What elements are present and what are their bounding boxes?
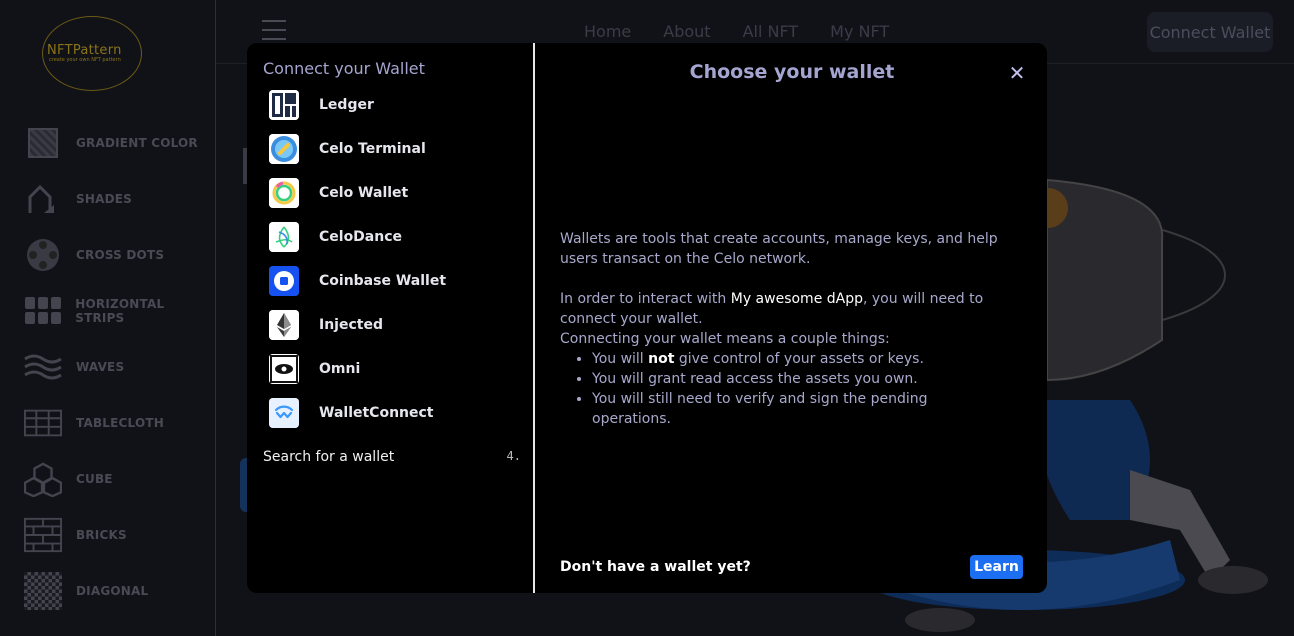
sidebar-item-label: DIAGONAL bbox=[76, 584, 149, 598]
search-wallet-row[interactable]: Search for a wallet 4. bbox=[263, 449, 521, 465]
wallet-name: Omni bbox=[319, 361, 361, 377]
tablecloth-icon bbox=[24, 406, 62, 440]
walletconnect-icon bbox=[269, 398, 299, 428]
dapp-name: My awesome dApp bbox=[730, 291, 863, 307]
omni-icon bbox=[269, 354, 299, 384]
nav-link-my-nft[interactable]: My NFT bbox=[830, 22, 889, 41]
coinbase-wallet-icon bbox=[269, 266, 299, 296]
list-item: You will not give control of your assets… bbox=[592, 349, 1010, 369]
sidebar-item-label: CROSS DOTS bbox=[76, 248, 165, 262]
waves-icon bbox=[24, 350, 62, 384]
nav-links: Home About All NFT My NFT bbox=[584, 22, 889, 41]
sidebar-item-label: TABLECLOTH bbox=[76, 416, 164, 430]
close-icon[interactable]: ✕ bbox=[1007, 63, 1027, 83]
wallet-option-ledger[interactable]: Ledger bbox=[269, 89, 374, 121]
wallet-info-panel: Choose your wallet ✕ Wallets are tools t… bbox=[537, 43, 1047, 593]
wallet-name: Celo Terminal bbox=[319, 141, 426, 157]
sidebar-item-label: BRICKS bbox=[76, 528, 127, 542]
no-wallet-question: Don't have a wallet yet? bbox=[560, 559, 751, 575]
wallet-name: Coinbase Wallet bbox=[319, 273, 447, 289]
sidebar-item-diagonal[interactable]: DIAGONAL bbox=[24, 572, 149, 610]
search-wallet-label[interactable]: Search for a wallet bbox=[263, 449, 394, 465]
sidebar-item-label: GRADIENT COLOR bbox=[76, 136, 198, 150]
connect-wallet-button[interactable]: Connect Wallet bbox=[1147, 12, 1273, 52]
wallet-option-omni[interactable]: Omni bbox=[269, 353, 360, 385]
logo[interactable]: NFTPattern create your own NFT pattern bbox=[42, 16, 142, 91]
sidebar-item-label: SHADES bbox=[76, 192, 132, 206]
celo-wallet-icon bbox=[269, 178, 299, 208]
sidebar-item-cube[interactable]: CUBE bbox=[24, 461, 113, 497]
wallet-option-celodance[interactable]: CeloDance bbox=[269, 221, 402, 253]
wallet-list-panel: Connect your Wallet Ledger Celo Terminal… bbox=[247, 43, 535, 593]
wallet-modal: Connect your Wallet Ledger Celo Terminal… bbox=[247, 43, 1047, 593]
description-text: In order to interact with bbox=[560, 291, 731, 307]
sidebar-item-label: CUBE bbox=[76, 472, 113, 486]
nav-link-about[interactable]: About bbox=[663, 22, 710, 41]
sidebar-item-label: WAVES bbox=[76, 360, 125, 374]
celodance-icon bbox=[269, 222, 299, 252]
celo-terminal-icon bbox=[269, 134, 299, 164]
wallet-name: Ledger bbox=[319, 97, 374, 113]
ledger-icon bbox=[269, 90, 299, 120]
sidebar-item-label: HORIZONTAL STRIPS bbox=[75, 297, 165, 325]
nav-link-home[interactable]: Home bbox=[584, 22, 631, 41]
list-text: give control of your assets or keys. bbox=[674, 351, 924, 367]
list-item: You will grant read access the assets yo… bbox=[592, 369, 1010, 389]
wallet-description: Wallets are tools that create accounts, … bbox=[560, 229, 1010, 429]
ethereum-icon bbox=[269, 310, 299, 340]
modal-title: Choose your wallet bbox=[689, 61, 895, 83]
wallet-option-injected[interactable]: Injected bbox=[269, 309, 383, 341]
shades-icon bbox=[24, 182, 62, 216]
wallet-option-coinbase[interactable]: Coinbase Wallet bbox=[269, 265, 446, 297]
description-paragraph: In order to interact with My awesome dAp… bbox=[560, 289, 1010, 329]
wallet-name: Celo Wallet bbox=[319, 185, 409, 201]
diagonal-icon bbox=[24, 572, 62, 610]
sidebar: NFTPattern create your own NFT pattern G… bbox=[0, 0, 216, 636]
sidebar-item-shades[interactable]: SHADES bbox=[24, 181, 132, 217]
wallet-list-title: Connect your Wallet bbox=[263, 59, 425, 78]
cross-dots-icon bbox=[24, 238, 62, 272]
wallet-option-celo-wallet[interactable]: Celo Wallet bbox=[269, 177, 408, 209]
learn-button[interactable]: Learn bbox=[970, 555, 1023, 579]
implications-list: You will not give control of your assets… bbox=[560, 349, 1010, 429]
sidebar-item-horizontal-strips[interactable]: HORIZONTAL STRIPS bbox=[24, 293, 215, 329]
nav-link-all-nft[interactable]: All NFT bbox=[743, 22, 799, 41]
search-shortcut: 4. bbox=[506, 449, 521, 463]
wallet-option-celo-terminal[interactable]: Celo Terminal bbox=[269, 133, 426, 165]
sidebar-item-gradient-color[interactable]: GRADIENT COLOR bbox=[24, 125, 198, 161]
horizontal-strips-icon bbox=[24, 294, 61, 328]
list-item: You will still need to verify and sign t… bbox=[592, 389, 1010, 429]
sidebar-item-tablecloth[interactable]: TABLECLOTH bbox=[24, 405, 164, 441]
gradient-color-icon bbox=[24, 126, 62, 160]
logo-tagline: create your own NFT pattern bbox=[49, 57, 121, 63]
emphasis-text: not bbox=[648, 351, 675, 367]
logo-title: NFTPattern bbox=[47, 43, 122, 58]
wallet-name: CeloDance bbox=[319, 229, 403, 245]
wallet-name: Injected bbox=[319, 317, 383, 333]
list-text: You will bbox=[592, 351, 649, 367]
description-paragraph: Connecting your wallet means a couple th… bbox=[560, 331, 890, 347]
sidebar-item-bricks[interactable]: BRICKS bbox=[24, 517, 127, 553]
wallet-option-walletconnect[interactable]: WalletConnect bbox=[269, 397, 434, 429]
menu-icon[interactable] bbox=[262, 20, 286, 40]
bricks-icon bbox=[24, 517, 62, 553]
cube-icon bbox=[24, 462, 62, 497]
description-paragraph: Wallets are tools that create accounts, … bbox=[560, 231, 998, 267]
sidebar-item-cross-dots[interactable]: CROSS DOTS bbox=[24, 237, 164, 273]
wallet-name: WalletConnect bbox=[319, 405, 434, 421]
sidebar-item-waves[interactable]: WAVES bbox=[24, 349, 124, 385]
